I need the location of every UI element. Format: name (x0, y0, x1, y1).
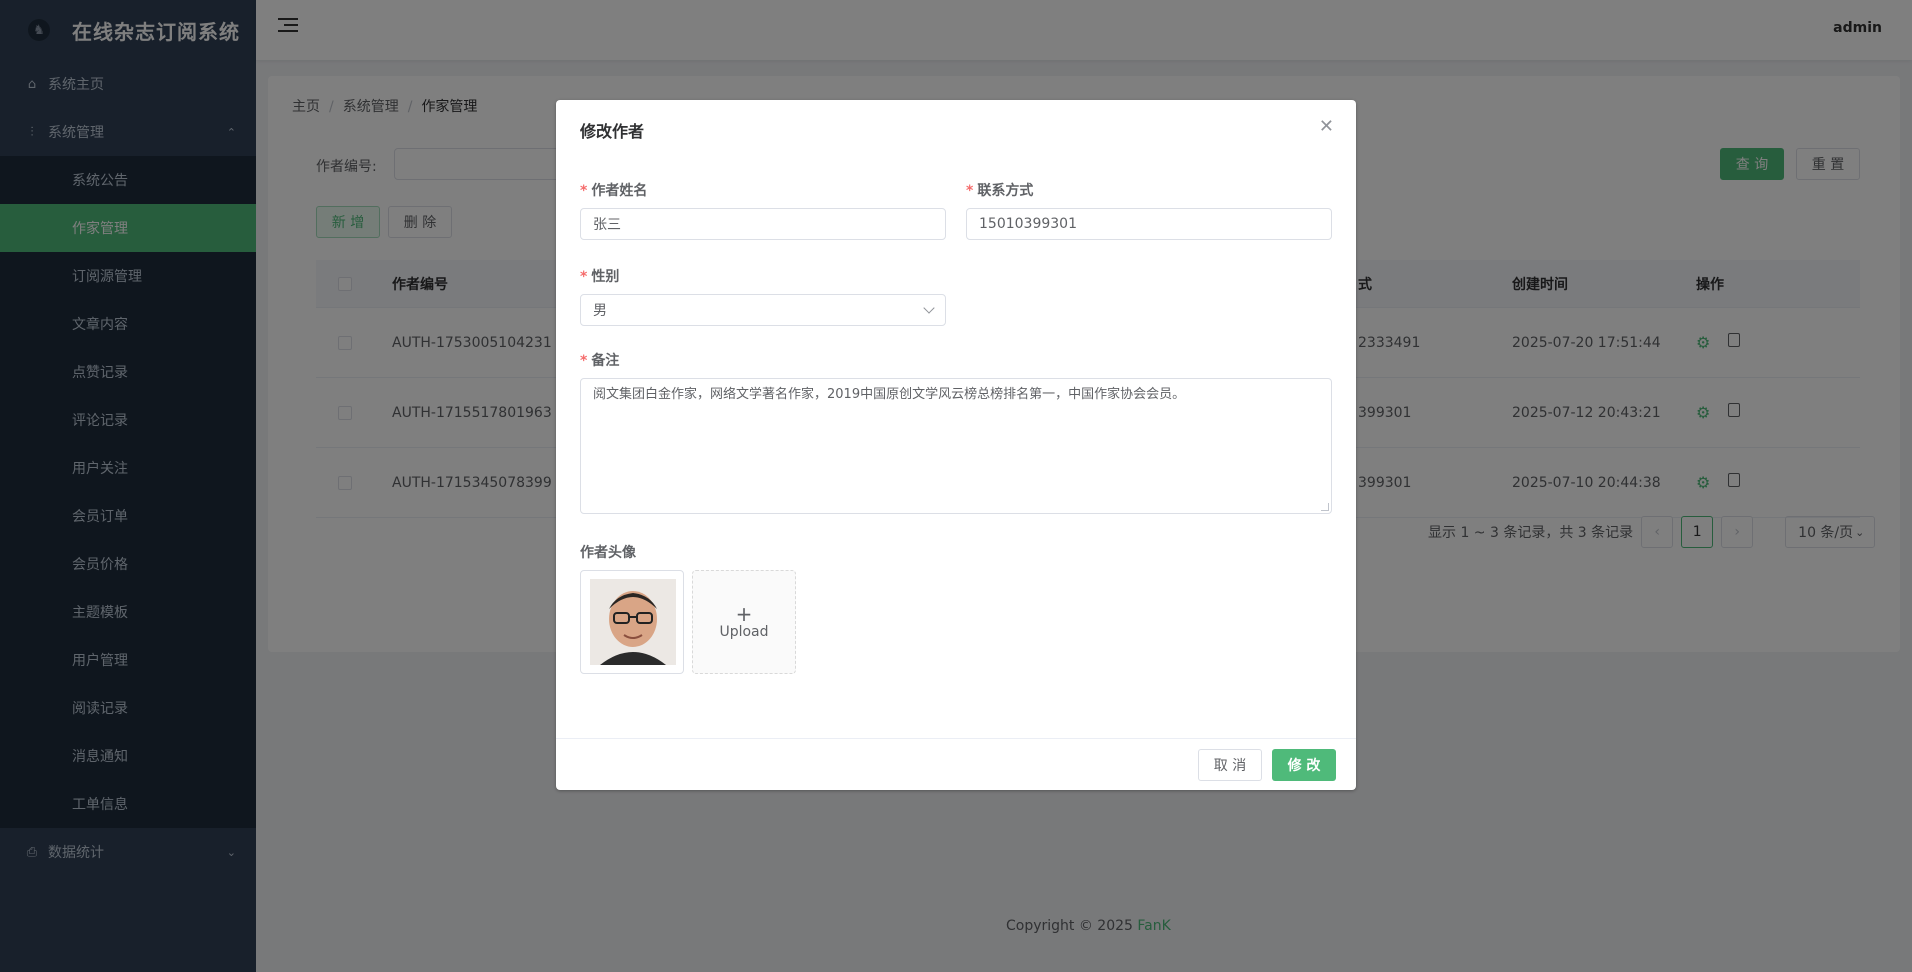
chevron-down-icon (923, 302, 935, 314)
resize-handle[interactable] (1321, 503, 1329, 511)
avatar-thumbnail[interactable] (580, 570, 684, 674)
remark-textarea[interactable]: 阅文集团白金作家，网络文学著名作家，2019中国原创文学风云榜总榜排名第一，中国… (580, 378, 1332, 514)
contact-input[interactable]: 15010399301 (966, 208, 1332, 240)
avatar-label: 作者头像 (580, 545, 636, 561)
dialog-footer: 取 消 修 改 (556, 738, 1356, 790)
edit-author-dialog: 修改作者 ✕ * 作者姓名 张三 * 联系方式 15010399301 * 性别 男 … (556, 100, 1356, 790)
author-avatar-image (590, 579, 676, 665)
cancel-button[interactable]: 取 消 (1198, 749, 1262, 781)
dialog-title: 修改作者 (580, 122, 645, 141)
author-name-input[interactable]: 张三 (580, 208, 946, 240)
upload-label: Upload (719, 624, 769, 640)
remark-text: 阅文集团白金作家，网络文学著名作家，2019中国原创文学风云榜总榜排名第一，中国… (593, 387, 1186, 402)
plus-icon: + (735, 602, 753, 626)
remark-label: * 备注 (580, 353, 620, 369)
upload-button[interactable]: + Upload (692, 570, 796, 674)
gender-label: * 性别 (580, 269, 620, 285)
gender-value: 男 (593, 303, 607, 319)
contact-label: * 联系方式 (966, 183, 1034, 199)
close-icon[interactable]: ✕ (1319, 116, 1334, 137)
submit-button[interactable]: 修 改 (1272, 749, 1336, 781)
name-label: * 作者姓名 (580, 183, 648, 199)
gender-select[interactable]: 男 (580, 294, 946, 326)
